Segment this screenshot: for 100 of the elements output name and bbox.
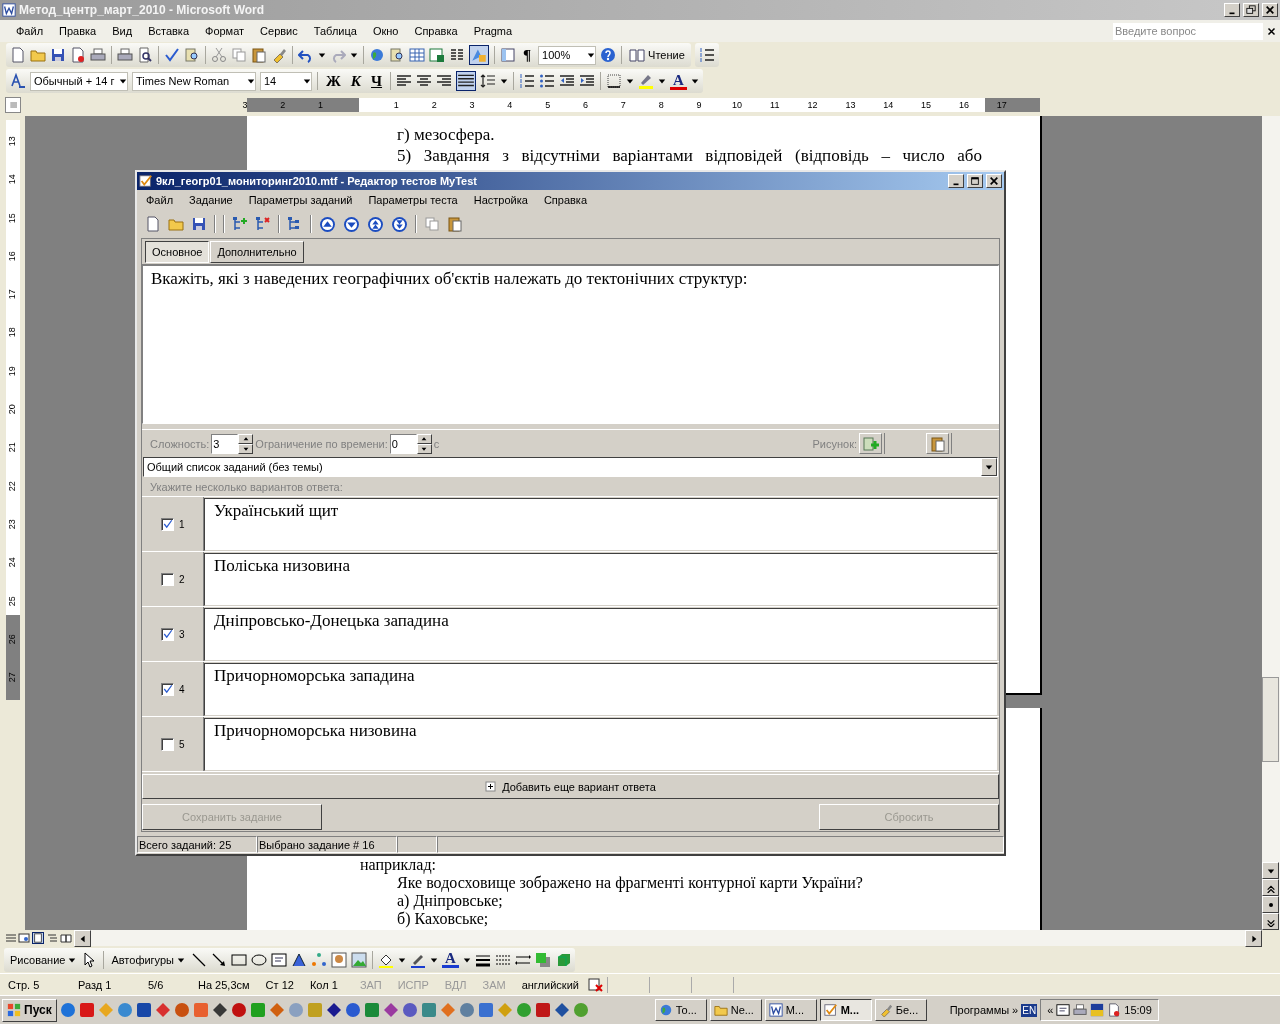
hyperlink-icon[interactable] bbox=[369, 47, 385, 63]
paste-picture-button[interactable] bbox=[926, 433, 949, 454]
menu-item[interactable]: Параметры теста bbox=[360, 194, 466, 206]
web-view-icon[interactable] bbox=[18, 932, 30, 944]
printer-icon[interactable] bbox=[1073, 1003, 1088, 1017]
caret-icon[interactable] bbox=[985, 463, 993, 471]
normal-view-icon[interactable] bbox=[4, 932, 16, 944]
quick-launch-icon[interactable] bbox=[325, 1002, 342, 1018]
print-layout-icon[interactable] bbox=[32, 932, 44, 944]
line-icon[interactable] bbox=[191, 951, 207, 968]
tab[interactable]: Дополнительно bbox=[210, 240, 304, 263]
caret-icon[interactable] bbox=[247, 77, 255, 85]
menu-item[interactable]: Окно bbox=[364, 25, 407, 37]
start-button[interactable]: Пуск bbox=[2, 998, 57, 1022]
caret-right-icon[interactable] bbox=[1249, 934, 1258, 943]
caret-icon[interactable] bbox=[430, 955, 438, 964]
taskbar-button[interactable]: М... bbox=[764, 999, 817, 1021]
line-spacing-icon[interactable] bbox=[480, 73, 497, 89]
font-dropdown[interactable]: Times New Roman bbox=[132, 71, 256, 91]
zoom-dropdown[interactable]: 100% bbox=[538, 45, 597, 65]
menu-item[interactable]: Правка bbox=[51, 25, 105, 37]
caret-icon[interactable] bbox=[690, 77, 699, 85]
font-color-button[interactable]: А bbox=[670, 72, 687, 90]
new-document-icon[interactable] bbox=[145, 216, 161, 232]
checkbox[interactable] bbox=[161, 572, 174, 586]
caret-icon[interactable] bbox=[177, 955, 185, 964]
tab[interactable]: Основное bbox=[145, 240, 210, 263]
question-text[interactable]: Вкажіть, які з наведених географічних об'єктів належать до тектонічних структур: bbox=[142, 265, 999, 424]
arrow-icon[interactable] bbox=[211, 951, 227, 968]
caret-icon[interactable] bbox=[587, 51, 596, 59]
justify-icon[interactable] bbox=[456, 71, 477, 91]
move-bottom-icon[interactable] bbox=[391, 215, 408, 233]
style-dropdown[interactable]: Обычный + 14 г bbox=[30, 71, 128, 91]
checkbox[interactable] bbox=[161, 627, 174, 641]
vertical-ruler[interactable]: 13 14 15 16 17 18 19 20 21 22 23 24 25 26 27 bbox=[5, 120, 20, 700]
chevron-button[interactable]: » bbox=[1012, 1004, 1019, 1016]
caret-icon[interactable] bbox=[398, 955, 406, 964]
taskbar-button[interactable]: Ne... bbox=[709, 999, 762, 1021]
menu-item[interactable]: Файл bbox=[138, 194, 182, 206]
caret-icon[interactable] bbox=[68, 955, 77, 964]
caret-left-icon[interactable] bbox=[78, 934, 87, 943]
paste-icon[interactable] bbox=[251, 47, 267, 63]
menu-item[interactable]: Сервис bbox=[252, 25, 306, 37]
printer-icon[interactable] bbox=[90, 47, 106, 63]
printer-icon[interactable] bbox=[117, 47, 133, 63]
caret-icon[interactable] bbox=[626, 77, 635, 85]
answer-field[interactable]: Поліська низовина bbox=[204, 553, 998, 606]
caret-icon[interactable] bbox=[350, 51, 358, 59]
close-icon[interactable] bbox=[1267, 26, 1276, 36]
quick-launch-icon[interactable] bbox=[534, 1002, 551, 1018]
caret-icon[interactable] bbox=[119, 77, 127, 85]
increase-indent-icon[interactable] bbox=[579, 73, 596, 89]
drawing-icon[interactable] bbox=[469, 45, 489, 65]
menu-item[interactable]: Pragma bbox=[465, 25, 521, 37]
vertical-scrollbar[interactable] bbox=[1262, 116, 1280, 930]
difficulty-field[interactable]: 3 bbox=[211, 433, 239, 454]
spin-down-button[interactable] bbox=[238, 443, 254, 454]
wordart-icon[interactable] bbox=[291, 951, 307, 968]
help-icon[interactable] bbox=[600, 47, 617, 63]
answer-field[interactable]: Причорноморська западина bbox=[204, 663, 998, 716]
menu-item[interactable]: Таблица bbox=[305, 25, 365, 37]
quick-launch-icon[interactable] bbox=[553, 1002, 570, 1018]
scroll-down-button[interactable] bbox=[1262, 862, 1279, 879]
caret-icon[interactable] bbox=[318, 51, 326, 59]
tray-icon[interactable] bbox=[1090, 1003, 1105, 1017]
time-limit-field[interactable]: 0 bbox=[389, 433, 417, 454]
caret-icon[interactable] bbox=[303, 77, 311, 85]
caret-down-icon[interactable] bbox=[1266, 866, 1275, 875]
scroll-right-button[interactable] bbox=[1245, 930, 1262, 947]
dot-icon[interactable] bbox=[1266, 900, 1275, 909]
scroll-left-button[interactable] bbox=[74, 930, 91, 947]
scrollbar-thumb[interactable] bbox=[1262, 677, 1279, 762]
move-top-icon[interactable] bbox=[367, 215, 384, 233]
menu-item[interactable]: Вид bbox=[104, 25, 141, 37]
format-painter-icon[interactable] bbox=[271, 47, 287, 63]
image-icon[interactable] bbox=[351, 951, 367, 968]
menu-item[interactable]: Справка bbox=[406, 25, 466, 37]
menu-item[interactable]: Параметры заданий bbox=[240, 194, 361, 206]
move-up-icon[interactable] bbox=[319, 215, 336, 233]
decrease-indent-icon[interactable] bbox=[559, 73, 576, 89]
add-answer-button[interactable]: Добавить еще вариант ответа bbox=[142, 774, 999, 799]
quick-launch-icon[interactable] bbox=[230, 1002, 247, 1018]
taskbar-button[interactable]: Бе... bbox=[874, 999, 927, 1021]
drawing-menu[interactable]: Рисование bbox=[8, 953, 79, 966]
research-icon[interactable] bbox=[184, 47, 200, 63]
rectangle-icon[interactable] bbox=[231, 951, 247, 968]
quick-launch-icon[interactable] bbox=[211, 1002, 228, 1018]
save-icon[interactable] bbox=[50, 47, 66, 63]
answer-field[interactable]: Причорноморська низовина bbox=[204, 718, 998, 771]
menu-item[interactable]: Задание bbox=[181, 194, 241, 206]
autoshapes-menu[interactable]: Автофигуры bbox=[109, 953, 187, 966]
highlight-icon[interactable] bbox=[638, 73, 655, 89]
quick-launch-icon[interactable] bbox=[401, 1002, 418, 1018]
menu-item[interactable]: Файл bbox=[8, 25, 52, 37]
checkbox[interactable] bbox=[161, 737, 174, 751]
menu-item[interactable]: Вставка bbox=[140, 25, 197, 37]
caret-icon[interactable] bbox=[462, 955, 471, 964]
tab-selector[interactable] bbox=[5, 97, 21, 113]
align-center-icon[interactable] bbox=[416, 73, 433, 89]
italic-button[interactable]: К bbox=[347, 72, 365, 90]
